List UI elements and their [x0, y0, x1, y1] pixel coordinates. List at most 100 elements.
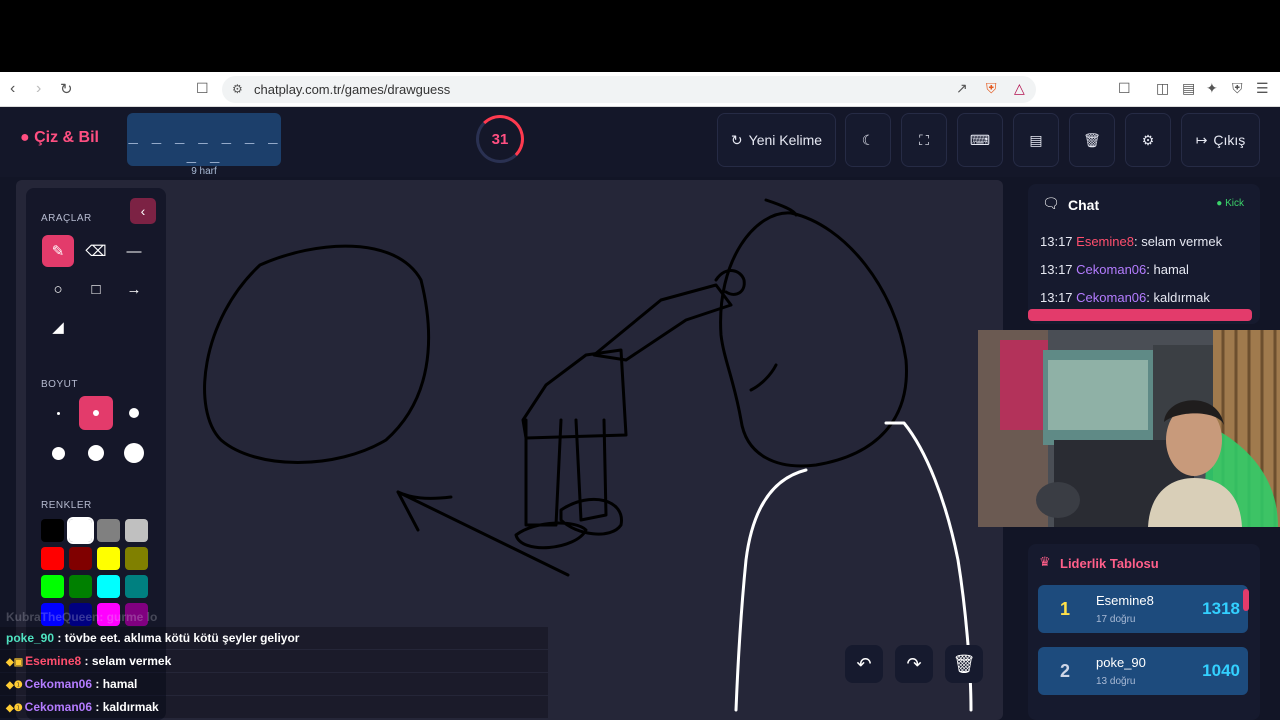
chat-text: : hamal	[1146, 262, 1189, 277]
overlay-ghost-line: KubraTheQueen: gurme lo	[6, 610, 158, 624]
screen: ‹ › ↻ ☐ ⚙ chatplay.com.tr/games/drawgues…	[0, 0, 1280, 720]
reload-icon[interactable]: ↻	[60, 80, 73, 98]
app-logo[interactable]: ● Çiz & Bil	[20, 129, 99, 147]
color-swatch[interactable]	[67, 517, 94, 544]
stroke-nose	[749, 363, 778, 392]
share-icon[interactable]: ↗	[956, 80, 968, 97]
word-hint-box: _ _ _ _ _ _ _ _ _ 9 harf	[127, 113, 281, 177]
chat-time: 13:17	[1040, 262, 1077, 277]
color-swatch[interactable]	[97, 575, 120, 598]
brave-rewards-icon[interactable]: △	[1014, 80, 1025, 97]
fullscreen-icon: ⛶	[919, 131, 929, 148]
vpn-icon[interactable]: ⛨	[1232, 80, 1243, 97]
size-xxl[interactable]	[117, 436, 151, 470]
bookmark-icon[interactable]: ☐	[196, 80, 209, 97]
site-info-icon[interactable]: ⚙	[232, 82, 243, 96]
size-xl[interactable]	[79, 436, 113, 470]
size-m[interactable]	[117, 396, 151, 430]
leaderboard-name: Esemine8	[1096, 593, 1154, 608]
wallet-icon[interactable]: ▤	[1182, 80, 1195, 97]
exit-button[interactable]: ↦ Çıkış	[1181, 113, 1260, 167]
stroke-white-shoulder-left	[734, 468, 808, 712]
gear-icon: ⚙	[1141, 131, 1155, 148]
chat-panel: 🗨 Chat ● Kick 13:17 Esemine8: selam verm…	[1028, 184, 1260, 324]
color-swatch[interactable]	[97, 519, 120, 542]
trash-icon: 🗑	[952, 653, 976, 674]
leaderboard-score: 1318	[1202, 599, 1240, 618]
crown-icon: ♛	[1039, 554, 1051, 569]
word-length: 9 harf	[191, 166, 217, 177]
user-badge-icon: ◆❶	[6, 680, 23, 691]
url-text[interactable]: chatplay.com.tr/games/drawguess	[254, 82, 450, 97]
chat-text: : kaldırmak	[1146, 290, 1210, 305]
leo-icon[interactable]: ✦	[1206, 80, 1218, 97]
menu-icon[interactable]: ☰	[1256, 80, 1269, 97]
size-xs[interactable]	[41, 396, 75, 430]
overlay-chat-line: ◆▣ Esemine8 : selam vermek	[0, 650, 548, 672]
user-badge-icon: ◆❶	[6, 703, 23, 714]
color-swatch[interactable]	[69, 575, 92, 598]
chat-text: : selam vermek	[1133, 234, 1223, 249]
sidebar-icon[interactable]: ◫	[1156, 80, 1169, 97]
chat-username[interactable]: Cekoman06	[1076, 262, 1146, 277]
overlay-username: Cekoman06	[24, 677, 93, 691]
leaderboard-row: 2 poke_90 13 doğru 1040	[1038, 647, 1248, 695]
size-l[interactable]	[41, 436, 75, 470]
webcam-image	[978, 330, 1280, 527]
redo-icon: ↷	[906, 653, 922, 674]
delete-button[interactable]: 🗑	[1069, 113, 1115, 167]
leaderboard-panel: ♛ Liderlik Tablosu 1 Esemine8 17 doğru 1318…	[1028, 544, 1260, 720]
forward-icon[interactable]: ›	[36, 80, 41, 98]
undo-button[interactable]: ↶	[845, 645, 883, 683]
colors-title: RENKLER	[41, 500, 92, 511]
color-swatch[interactable]	[125, 519, 148, 542]
fullscreen-button[interactable]: ⛶	[901, 113, 947, 167]
stroke-head	[719, 211, 908, 468]
back-icon[interactable]: ‹	[10, 80, 15, 98]
streamer-webcam	[978, 330, 1280, 527]
rectangle-tool[interactable]: □	[80, 273, 112, 305]
archive-button[interactable]: ▤	[1013, 113, 1059, 167]
extensions-icon[interactable]: ☐	[1118, 80, 1131, 97]
keyboard-button[interactable]: ⌨	[957, 113, 1003, 167]
new-word-button[interactable]: ↻ Yeni Kelime	[717, 113, 836, 167]
color-swatch[interactable]	[69, 547, 92, 570]
size-s[interactable]	[79, 396, 113, 430]
undo-icon: ↶	[856, 653, 872, 674]
color-swatch[interactable]	[41, 547, 64, 570]
eraser-tool[interactable]: ⌫	[80, 235, 112, 267]
circle-tool[interactable]: ○	[42, 273, 74, 305]
fill-tool[interactable]: ◢	[42, 311, 74, 343]
chat-username[interactable]: Cekoman06	[1076, 290, 1146, 305]
overlay-text: : kaldırmak	[92, 700, 159, 714]
brush-icon: ✎	[51, 243, 65, 260]
address-bar[interactable]: ⚙ chatplay.com.tr/games/drawguess	[222, 76, 1036, 103]
line-tool[interactable]: —	[118, 235, 150, 267]
color-swatch[interactable]	[125, 547, 148, 570]
color-swatch[interactable]	[125, 575, 148, 598]
paint-bucket-icon: ◢	[52, 319, 64, 336]
chat-username[interactable]: Esemine8	[1076, 234, 1134, 249]
keyboard-icon: ⌨	[969, 131, 991, 148]
overlay-text: : selam vermek	[81, 654, 172, 668]
color-swatch[interactable]	[97, 547, 120, 570]
brush-tool[interactable]: ✎	[42, 235, 74, 267]
collapse-panel-button[interactable]: ‹	[130, 198, 156, 224]
round-timer: 31	[476, 115, 524, 163]
stroke-body	[521, 348, 628, 440]
color-swatch[interactable]	[41, 575, 64, 598]
dark-mode-button[interactable]: ☾	[845, 113, 891, 167]
brave-shield-icon[interactable]: ⛨	[986, 80, 997, 97]
clear-canvas-button[interactable]: 🗑	[945, 645, 983, 683]
overlay-chat-line: ◆❶ Cekoman06 : hamal	[0, 673, 548, 695]
redo-button[interactable]: ↷	[895, 645, 933, 683]
leaderboard-scrollbar[interactable]	[1243, 589, 1249, 611]
chat-bubbles-icon: 🗨	[1042, 195, 1060, 211]
stroke-circle	[203, 244, 431, 464]
chat-scrollbar[interactable]	[1028, 309, 1252, 321]
arrow-tool[interactable]: →	[118, 273, 150, 305]
color-swatch[interactable]	[41, 519, 64, 542]
app-logo-text: Çiz & Bil	[34, 129, 99, 146]
kick-status: ● Kick	[1216, 198, 1244, 209]
settings-button[interactable]: ⚙	[1125, 113, 1171, 167]
